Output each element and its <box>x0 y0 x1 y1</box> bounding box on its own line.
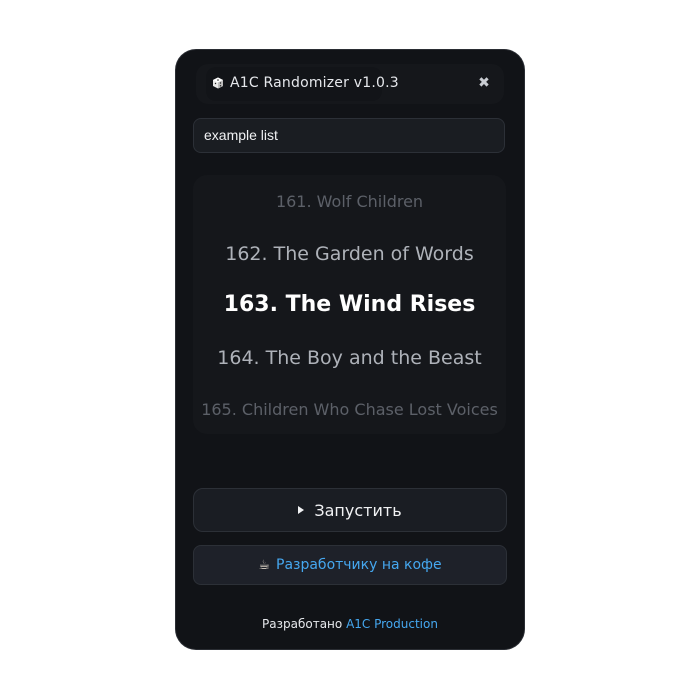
footer-prefix: Разработано <box>262 617 343 631</box>
coffee-icon: ☕ <box>258 557 270 573</box>
close-button[interactable]: ✖ <box>474 73 494 93</box>
wheel-item: 162. The Garden of Words <box>225 243 474 265</box>
run-button-label: Запустить <box>314 500 402 520</box>
title-bar: A1C Randomizer v1.0.3 ✖ <box>196 64 504 104</box>
list-select[interactable]: example list <box>193 118 505 153</box>
close-icon: ✖ <box>478 75 490 91</box>
window-title-label: A1C Randomizer v1.0.3 <box>230 75 399 91</box>
coffee-button-label: Разработчику на кофе <box>276 557 442 573</box>
wheel-item-selected: 163. The Wind Rises <box>223 292 476 317</box>
dice-icon <box>213 77 223 89</box>
wheel-item: 165. Children Who Chase Lost Voices <box>201 400 498 419</box>
coffee-button[interactable]: ☕ Разработчику на кофе <box>193 545 507 585</box>
result-wheel[interactable]: 161. Wolf Children 162. The Garden of Wo… <box>193 175 506 434</box>
play-icon <box>298 506 305 514</box>
wheel-item: 164. The Boy and the Beast <box>217 347 482 369</box>
list-select-value: example list <box>204 127 278 143</box>
app-window: A1C Randomizer v1.0.3 ✖ example list 161… <box>176 50 524 649</box>
window-title: A1C Randomizer v1.0.3 <box>212 75 399 91</box>
footer-link[interactable]: A1C Production <box>346 617 438 631</box>
wheel-item: 161. Wolf Children <box>275 192 424 211</box>
run-button[interactable]: Запустить <box>193 488 507 532</box>
footer: Разработано A1C Production <box>176 617 524 631</box>
